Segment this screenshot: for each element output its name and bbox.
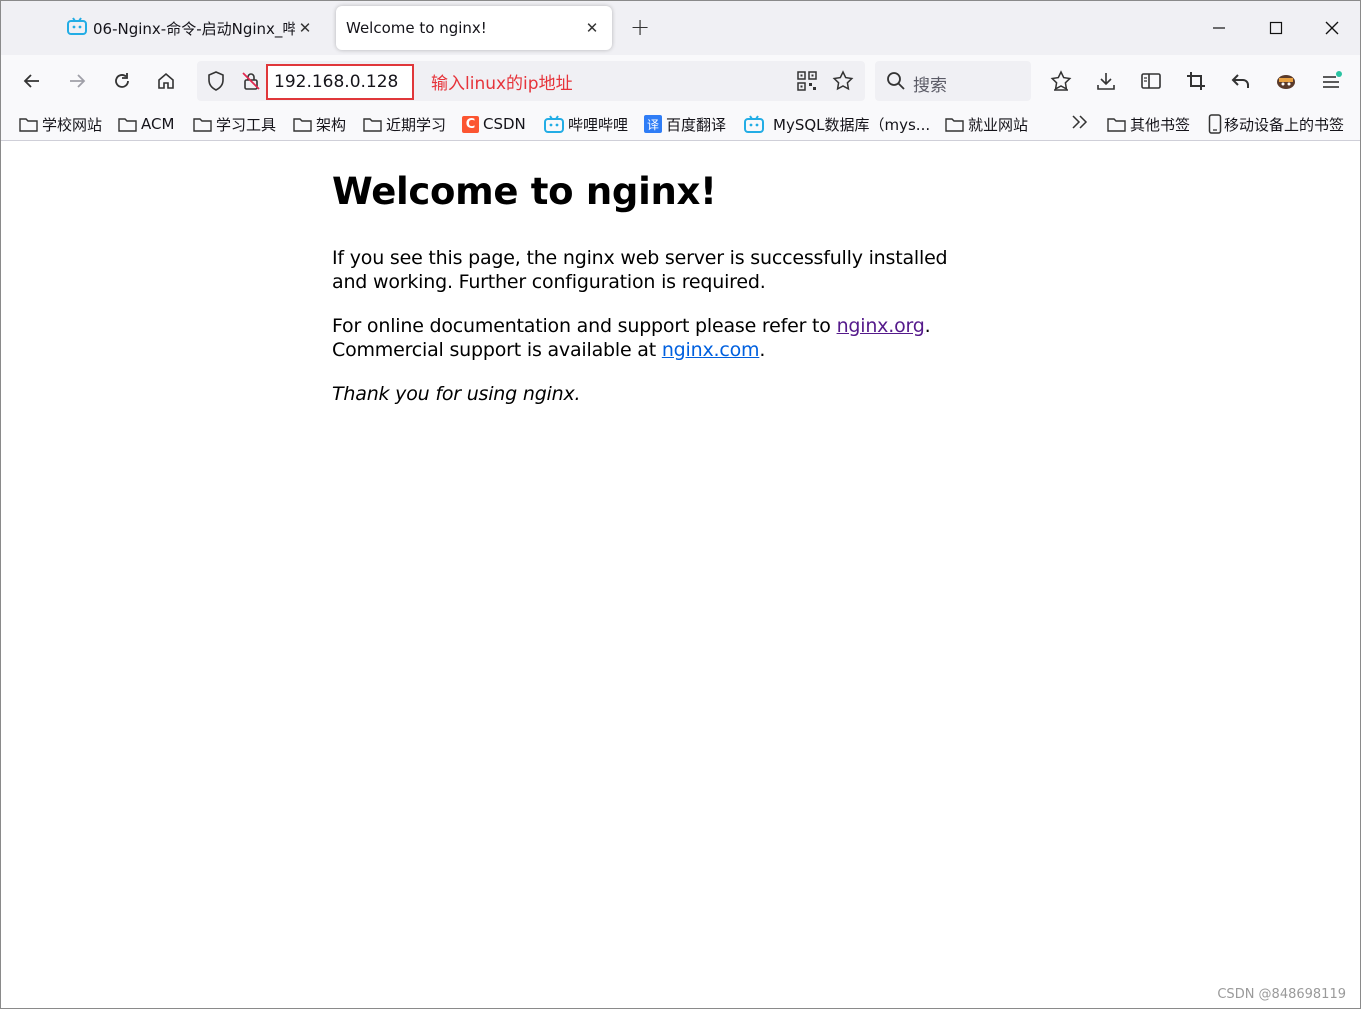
folder-icon (118, 116, 137, 133)
tab-title: 06-Nginx-命令-启动Nginx_哔哩 (93, 19, 295, 38)
new-tab-button[interactable]: + (627, 13, 653, 43)
nginx-org-link[interactable]: nginx.org (837, 315, 925, 337)
bookmark-label: 学校网站 (42, 115, 103, 134)
support-paragraph: For online documentation and support ple… (332, 314, 972, 362)
sidebar-icon (1141, 73, 1161, 89)
bookmark-label: 其他书签 (1130, 115, 1191, 134)
bookmark-bilibili[interactable]: 哔哩哔哩 (544, 113, 628, 135)
ip-annotation-label: 输入linux的ip地址 (431, 74, 573, 94)
home-icon (158, 72, 174, 89)
bookmark-folder-acm[interactable]: ACM (118, 113, 174, 135)
forward-arrow-icon (70, 74, 86, 88)
downloads-button[interactable] (1090, 65, 1122, 97)
folder-icon (19, 116, 38, 133)
saved-star-icon (1050, 70, 1072, 91)
punctuation: . (924, 315, 931, 337)
forward-button[interactable] (61, 65, 93, 97)
bookmarks-toolbar: 学校网站 ACM 学习工具 架构 近期学习 C CSDN 哔哩哔哩 译 百度翻译… (1, 107, 1360, 141)
download-icon (1097, 73, 1115, 90)
bookmark-label: CSDN (483, 115, 526, 133)
reload-button[interactable] (106, 65, 138, 97)
browser-window: 06-Nginx-命令-启动Nginx_哔哩 ✕ Welcome to ngin… (0, 0, 1361, 1009)
thanks-text: Thank you for using nginx. (332, 383, 581, 405)
minimize-button[interactable] (1201, 11, 1237, 45)
pocket-button[interactable] (1045, 65, 1077, 97)
bookmark-label: 近期学习 (386, 115, 447, 134)
bookmark-folder-other[interactable]: 其他书签 (1107, 113, 1190, 135)
tab-title: Welcome to nginx! (346, 19, 487, 37)
csdn-icon: C (462, 115, 479, 133)
extension-avatar-icon (1277, 75, 1295, 89)
undo-close-button[interactable] (1225, 65, 1257, 97)
crop-icon (1187, 72, 1205, 90)
sidebar-button[interactable] (1135, 65, 1167, 97)
nginx-welcome: Welcome to nginx! If you see this page, … (332, 170, 972, 426)
folder-icon (193, 116, 212, 133)
home-button[interactable] (150, 65, 182, 97)
bookmark-folder-architecture[interactable]: 架构 (293, 113, 346, 135)
bookmark-baidu-translate[interactable]: 译 百度翻译 (644, 113, 726, 135)
search-bar[interactable]: 搜索 (875, 61, 1031, 101)
bilibili-icon (67, 17, 87, 39)
close-tab-icon[interactable]: ✕ (582, 19, 602, 37)
page-content: Welcome to nginx! If you see this page, … (1, 142, 1360, 1008)
shield-icon[interactable] (205, 70, 227, 96)
bookmark-label: 学习工具 (216, 115, 277, 134)
tab-welcome-nginx[interactable]: Welcome to nginx! ✕ (336, 6, 612, 50)
navigation-toolbar: 192.168.0.128 输入linux的ip地址 搜索 (1, 55, 1360, 107)
maximize-button[interactable] (1258, 11, 1294, 45)
bookmark-label: 架构 (316, 115, 347, 134)
bookmark-label: MySQL数据库（mys... (773, 115, 931, 134)
bookmarks-overflow-button[interactable] (1070, 113, 1090, 135)
bookmark-star-icon[interactable] (832, 70, 854, 96)
url-bar[interactable]: 192.168.0.128 输入linux的ip地址 (197, 61, 865, 101)
folder-icon (363, 116, 382, 133)
folder-icon (1107, 116, 1126, 133)
support-text: For online documentation and support ple… (332, 315, 837, 337)
url-input[interactable]: 192.168.0.128 (266, 64, 414, 100)
back-arrow-icon (23, 74, 39, 88)
bilibili-icon (744, 115, 764, 133)
bookmark-label: ACM (141, 115, 175, 133)
hamburger-menu-icon (1323, 71, 1342, 88)
bookmark-folder-jobs[interactable]: 就业网站 (945, 113, 1028, 135)
commercial-text: Commercial support is available at (332, 339, 662, 361)
extension-button[interactable] (1270, 65, 1302, 97)
folder-icon (945, 116, 964, 133)
mobile-icon (1208, 114, 1222, 134)
intro-paragraph: If you see this page, the nginx web serv… (332, 247, 948, 293)
bookmark-label: 百度翻译 (666, 115, 727, 134)
bookmark-folder-recent-study[interactable]: 近期学习 (363, 113, 446, 135)
bookmark-folder-mobile[interactable]: 移动设备上的书签 (1208, 113, 1344, 135)
undo-arrow-icon (1231, 74, 1249, 88)
search-icon (886, 71, 906, 95)
bookmark-csdn[interactable]: C CSDN (462, 113, 526, 135)
bookmark-folder-tools[interactable]: 学习工具 (193, 113, 276, 135)
insecure-lock-icon[interactable] (240, 70, 262, 96)
reload-icon (115, 73, 129, 88)
screenshot-button[interactable] (1180, 65, 1212, 97)
close-tab-icon[interactable]: ✕ (295, 19, 315, 37)
punctuation: . (759, 339, 766, 361)
back-button[interactable] (16, 65, 48, 97)
translate-icon: 译 (644, 115, 662, 133)
thanks-paragraph: Thank you for using nginx. (332, 382, 972, 406)
bookmark-label: 就业网站 (968, 115, 1029, 134)
bookmark-label: 哔哩哔哩 (568, 115, 629, 134)
search-input[interactable]: 搜索 (913, 71, 947, 96)
folder-icon (293, 116, 312, 133)
tab-bilibili-video[interactable]: 06-Nginx-命令-启动Nginx_哔哩 ✕ (57, 6, 325, 50)
csdn-watermark: CSDN @848698119 (1217, 987, 1346, 1002)
page-title: Welcome to nginx! (332, 170, 717, 213)
qr-code-icon[interactable] (797, 71, 817, 95)
chevron-double-right-icon (1070, 113, 1090, 135)
bookmark-mysql[interactable]: MySQL数据库（mys... (744, 113, 930, 135)
bookmark-label: 移动设备上的书签 (1224, 115, 1345, 134)
bilibili-icon (544, 115, 564, 133)
bookmark-folder-school[interactable]: 学校网站 (19, 113, 102, 135)
tab-strip: 06-Nginx-命令-启动Nginx_哔哩 ✕ Welcome to ngin… (1, 1, 1360, 55)
close-window-button[interactable] (1314, 11, 1350, 45)
app-menu-button[interactable] (1315, 65, 1347, 97)
nginx-com-link[interactable]: nginx.com (662, 339, 760, 361)
